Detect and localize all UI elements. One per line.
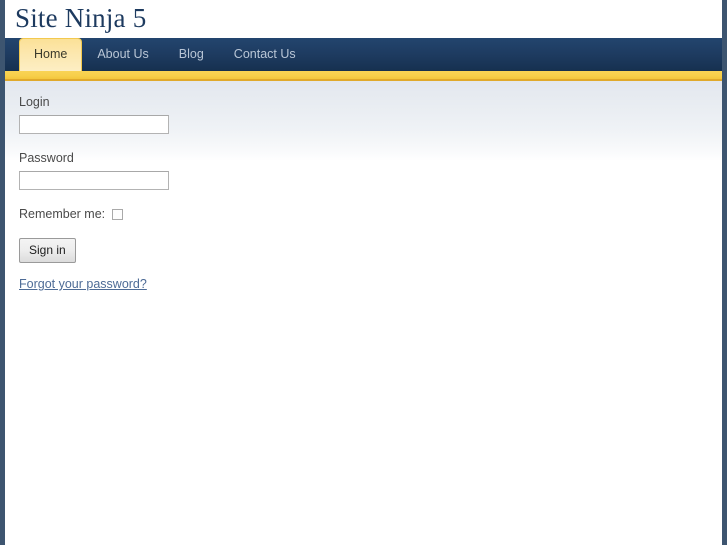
login-field-group: Login [19, 95, 319, 134]
nav-link-about-us[interactable]: About Us [82, 38, 163, 71]
remember-me-label: Remember me: [19, 207, 106, 221]
nav-link-blog[interactable]: Blog [164, 38, 219, 71]
nav-item-about-us: About Us [82, 38, 163, 71]
forgot-password-link[interactable]: Forgot your password? [19, 277, 147, 292]
password-input[interactable] [19, 171, 169, 190]
site-header: Site Ninja 5 [5, 0, 722, 38]
forgot-row: Forgot your password? [19, 275, 319, 293]
remember-me-checkbox[interactable] [112, 209, 124, 220]
nav-list: Home About Us Blog Contact Us [5, 38, 722, 71]
nav-item-home: Home [19, 38, 83, 71]
login-form: Login Password Remember me: Sign in Forg… [19, 95, 319, 293]
remember-me-row: Remember me: [19, 207, 319, 222]
submit-row: Sign in [19, 238, 319, 275]
password-label: Password [19, 151, 74, 165]
gold-accent-bar [5, 71, 722, 81]
page-frame: Site Ninja 5 Home About Us Blog Contact … [0, 0, 727, 545]
sign-in-button[interactable]: Sign in [19, 238, 76, 263]
password-field-group: Password [19, 151, 319, 190]
nav-item-blog: Blog [164, 38, 219, 71]
nav-item-contact-us: Contact Us [219, 38, 311, 71]
login-label: Login [19, 95, 50, 109]
nav-link-home[interactable]: Home [19, 38, 83, 71]
content-area: Login Password Remember me: Sign in Forg… [5, 81, 722, 545]
page-title: Site Ninja 5 [15, 3, 147, 33]
nav-link-contact-us[interactable]: Contact Us [219, 38, 311, 71]
main-navigation: Home About Us Blog Contact Us [5, 38, 722, 71]
login-input[interactable] [19, 115, 169, 134]
